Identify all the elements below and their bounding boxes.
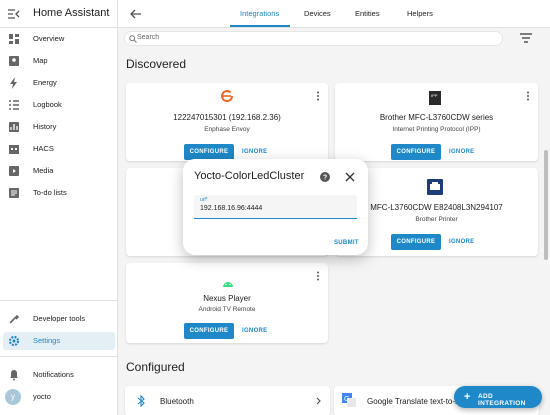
overflow-menu-icon[interactable] <box>316 91 320 101</box>
config-dialog: Yocto-ColorLedCluster ? url* 192.168.16.… <box>183 159 368 255</box>
configure-button[interactable]: CONFIGURE <box>184 144 234 160</box>
tab-integrations[interactable]: Integrations <box>240 9 279 18</box>
sidebar: Home Assistant Overview Map Energy Logbo… <box>0 0 118 415</box>
sidebar-item-label: To-do lists <box>33 188 67 197</box>
tab-helpers[interactable]: Helpers <box>407 9 433 18</box>
bell-icon <box>10 370 18 381</box>
sidebar-item-hacs[interactable]: HACS <box>3 140 115 158</box>
sidebar-item-label: Developer tools <box>33 314 86 323</box>
card-title: Bluetooth <box>160 397 194 406</box>
sidebar-item-label: Settings <box>33 336 61 345</box>
top-bar: Integrations Devices Entities Helpers <box>118 0 550 28</box>
ignore-button[interactable]: IGNORE <box>242 328 267 334</box>
energy-icon <box>10 77 17 89</box>
ignore-button[interactable]: IGNORE <box>449 149 474 155</box>
bluetooth-icon <box>137 395 145 407</box>
media-icon <box>9 166 19 176</box>
google-translate-icon: G <box>342 393 356 407</box>
sidebar-item-map[interactable]: Map <box>3 52 115 70</box>
search-input[interactable]: Search <box>137 34 159 41</box>
brother-printer-icon <box>427 179 443 195</box>
sidebar-item-logbook[interactable]: Logbook <box>3 96 115 114</box>
sidebar-item-notifications[interactable]: Notifications <box>3 366 115 384</box>
settings-icon <box>8 335 20 347</box>
sidebar-item-overview[interactable]: Overview <box>3 30 115 48</box>
sidebar-item-user[interactable]: yocto <box>3 388 115 406</box>
add-integration-label: ADD INTEGRATION <box>478 393 526 407</box>
configure-button[interactable]: CONFIGURE <box>184 323 234 339</box>
close-icon[interactable] <box>345 172 355 182</box>
configure-button[interactable]: CONFIGURE <box>391 144 441 160</box>
url-field[interactable]: url* 192.168.16.96:4444 <box>194 195 357 219</box>
configure-button[interactable]: CONFIGURE <box>391 234 441 250</box>
submit-button[interactable]: SUBMIT <box>334 240 359 246</box>
section-title-discovered: Discovered <box>126 57 187 71</box>
help-icon[interactable]: ? <box>320 172 330 182</box>
card-subtitle: Android TV Remote <box>198 306 256 313</box>
sidebar-item-label: History <box>33 122 57 131</box>
card-subtitle: Internet Printing Protocol (IPP) <box>392 126 481 133</box>
sidebar-header: Home Assistant <box>0 0 118 28</box>
card-title: Brother MFC-L3760CDW series <box>379 113 494 122</box>
sidebar-item-history[interactable]: History <box>3 118 115 136</box>
sidebar-item-media[interactable]: Media <box>3 162 115 180</box>
back-arrow-icon[interactable] <box>130 8 142 20</box>
chevron-right-icon <box>316 397 321 405</box>
sidebar-item-label: Logbook <box>33 100 62 109</box>
sidebar-divider <box>0 356 118 357</box>
card-title: Google Translate text-to-sp <box>367 397 464 406</box>
filter-icon[interactable] <box>520 33 532 43</box>
sidebar-item-label: Overview <box>33 34 65 43</box>
sidebar-item-label: Map <box>33 56 48 65</box>
discovered-card-nexus: Nexus Player Android TV Remote CONFIGURE… <box>126 263 328 343</box>
svg-text:G: G <box>344 396 349 403</box>
developer-tools-icon <box>9 314 20 324</box>
section-title-configured: Configured <box>126 360 185 374</box>
todo-icon <box>9 188 19 198</box>
android-logo-icon <box>223 282 233 287</box>
sidebar-item-label: HACS <box>33 144 54 153</box>
menu-open-icon[interactable] <box>8 9 20 19</box>
ignore-button[interactable]: IGNORE <box>242 149 267 155</box>
sidebar-item-label: Notifications <box>33 370 74 379</box>
sidebar-item-energy[interactable]: Energy <box>3 74 115 92</box>
sidebar-divider <box>0 300 118 301</box>
scrollbar[interactable] <box>544 150 548 260</box>
add-integration-button[interactable]: + ADD INTEGRATION <box>454 386 542 408</box>
url-field-label: url* <box>200 197 208 203</box>
configured-card-bluetooth[interactable]: Bluetooth <box>125 386 330 415</box>
sidebar-item-label: Energy <box>33 78 57 87</box>
search-icon <box>129 35 137 43</box>
hacs-icon <box>9 145 19 154</box>
url-input[interactable]: 192.168.16.96:4444 <box>200 205 262 212</box>
history-icon <box>9 122 19 132</box>
app-title: Home Assistant <box>33 7 110 19</box>
dialog-title: Yocto-ColorLedCluster <box>194 170 305 182</box>
discovered-card-brother-ipp: IPP Brother MFC-L3760CDW series Internet… <box>335 83 538 161</box>
sidebar-item-todo[interactable]: To-do lists <box>3 184 115 202</box>
logbook-icon <box>9 100 19 110</box>
enphase-logo-icon <box>221 90 234 103</box>
ignore-button[interactable]: IGNORE <box>449 239 474 245</box>
sidebar-item-settings[interactable]: Settings <box>3 332 115 350</box>
card-title: Nexus Player <box>203 294 251 303</box>
overflow-menu-icon[interactable] <box>526 91 530 101</box>
svg-text:IPP: IPP <box>431 93 438 98</box>
sidebar-item-label: Media <box>33 166 54 175</box>
search-bar[interactable]: Search <box>124 31 503 46</box>
card-subtitle: Enphase Envoy <box>204 126 250 133</box>
tab-entities[interactable]: Entities <box>355 9 380 18</box>
sidebar-item-label: yocto <box>33 392 51 401</box>
plus-icon: + <box>464 391 471 403</box>
svg-text:?: ? <box>323 175 327 182</box>
active-tab-indicator <box>230 25 290 27</box>
discovered-card-enphase: 122247015301 (192.168.2.36) Enphase Envo… <box>126 83 328 161</box>
sidebar-item-developer-tools[interactable]: Developer tools <box>3 310 115 328</box>
tab-devices[interactable]: Devices <box>304 9 331 18</box>
dashboard-icon <box>9 34 19 44</box>
ipp-logo-icon: IPP <box>429 91 441 105</box>
overflow-menu-icon[interactable] <box>316 271 320 281</box>
card-title: 122247015301 (192.168.2.36) <box>173 113 281 122</box>
map-icon <box>9 56 19 66</box>
